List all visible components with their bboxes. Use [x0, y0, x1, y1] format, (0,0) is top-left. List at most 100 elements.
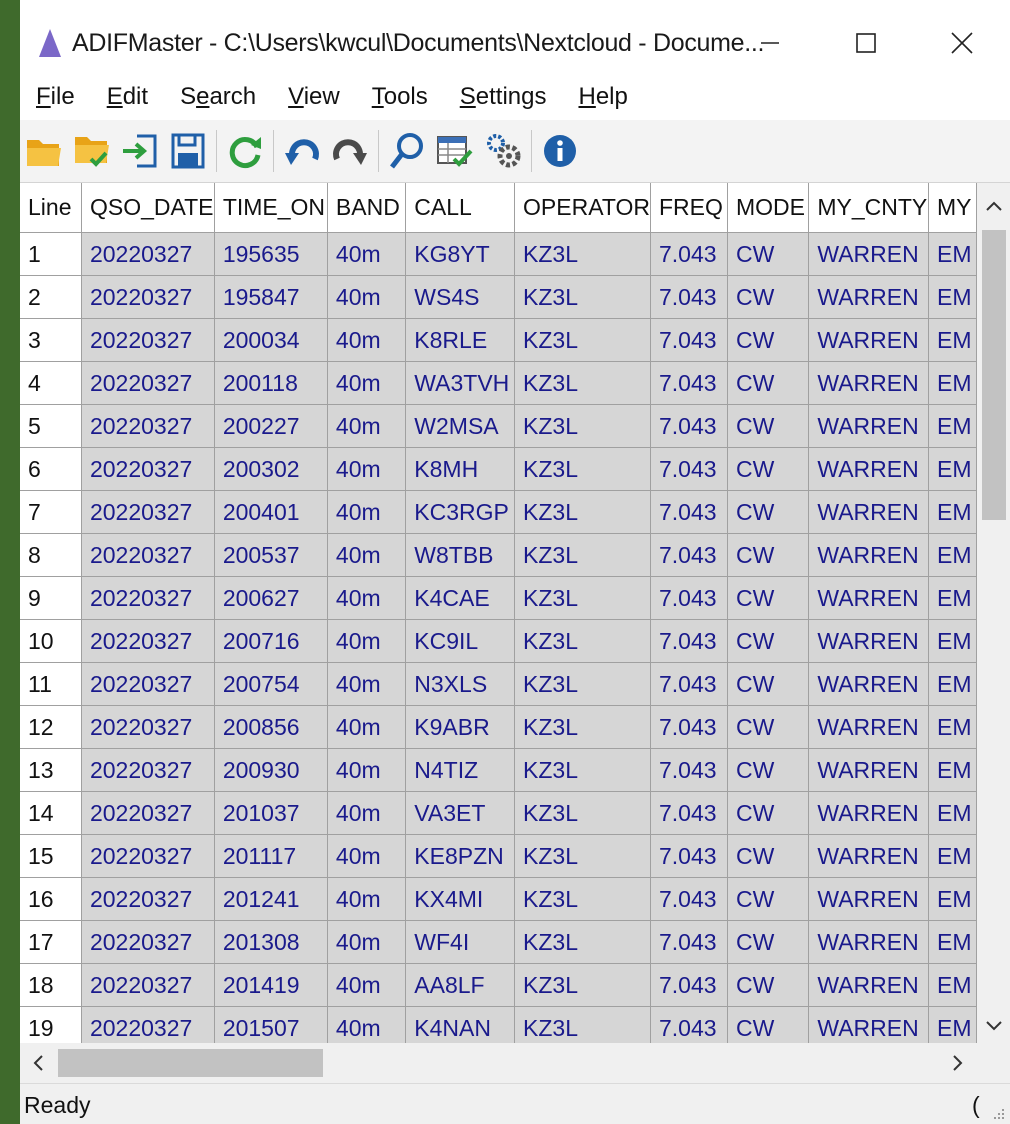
table-cell[interactable]: 7.043 — [650, 1006, 728, 1043]
table-cell[interactable]: 40m — [327, 619, 407, 663]
table-cell[interactable]: 200227 — [214, 404, 328, 448]
table-cell[interactable]: WARREN — [808, 791, 929, 835]
line-number-cell[interactable]: 18 — [20, 963, 82, 1007]
table-cell[interactable]: WARREN — [808, 877, 929, 921]
table-cell[interactable]: KZ3L — [514, 404, 651, 448]
table-cell[interactable]: 7.043 — [650, 404, 728, 448]
column-header[interactable]: BAND — [327, 183, 407, 233]
table-cell[interactable]: WARREN — [808, 662, 929, 706]
table-cell[interactable]: 40m — [327, 232, 407, 276]
scroll-right-button[interactable] — [940, 1043, 976, 1083]
table-cell[interactable]: 20220327 — [81, 619, 215, 663]
table-cell[interactable]: CW — [727, 318, 810, 362]
table-cell[interactable]: EM — [928, 404, 977, 448]
line-number-cell[interactable]: 7 — [20, 490, 82, 534]
table-cell[interactable]: KZ3L — [514, 576, 651, 620]
table-cell[interactable]: 40m — [327, 490, 407, 534]
table-cell[interactable]: EM — [928, 490, 977, 534]
table-cell[interactable]: KZ3L — [514, 490, 651, 534]
table-cell[interactable]: KZ3L — [514, 791, 651, 835]
table-row[interactable]: 9 20220327 200627 40m K4CAE KZ3L 7.043 CW WARREN… — [20, 576, 977, 620]
table-cell[interactable]: 200716 — [214, 619, 328, 663]
table-cell[interactable]: 20220327 — [81, 275, 215, 319]
import-button[interactable] — [116, 126, 164, 176]
line-number-cell[interactable]: 1 — [20, 232, 82, 276]
table-cell[interactable]: WARREN — [808, 705, 929, 749]
table-cell[interactable]: 40m — [327, 1006, 407, 1043]
table-cell[interactable]: KZ3L — [514, 748, 651, 792]
table-row[interactable]: 8 20220327 200537 40m W8TBB KZ3L 7.043 CW WARREN… — [20, 533, 977, 577]
line-number-cell[interactable]: 17 — [20, 920, 82, 964]
save-button[interactable] — [164, 126, 212, 176]
line-number-cell[interactable]: 5 — [20, 404, 82, 448]
info-button[interactable] — [536, 126, 584, 176]
table-cell[interactable]: 20220327 — [81, 490, 215, 534]
table-cell[interactable]: 20220327 — [81, 1006, 215, 1043]
table-cell[interactable]: 200302 — [214, 447, 328, 491]
table-cell[interactable]: KZ3L — [514, 447, 651, 491]
qso-grid[interactable]: Line QSO_DATE TIME_ON BAND CALL OPERATOR FREQ M… — [20, 183, 977, 1043]
table-row[interactable]: 1 20220327 195635 40m KG8YT KZ3L 7.043 CW WARREN… — [20, 232, 977, 276]
table-cell[interactable]: 20220327 — [81, 963, 215, 1007]
table-cell[interactable]: 20220327 — [81, 533, 215, 577]
table-cell[interactable]: CW — [727, 705, 810, 749]
table-cell[interactable]: CW — [727, 533, 810, 577]
search-button[interactable] — [383, 126, 431, 176]
table-cell[interactable]: 20220327 — [81, 404, 215, 448]
table-row[interactable]: 19 20220327 201507 40m K4NAN KZ3L 7.043 CW WARRE… — [20, 1006, 977, 1043]
table-row[interactable]: 15 20220327 201117 40m KE8PZN KZ3L 7.043 CW WARR… — [20, 834, 977, 878]
table-cell[interactable]: K8MH — [405, 447, 516, 491]
table-cell[interactable]: KZ3L — [514, 877, 651, 921]
table-cell[interactable]: 200627 — [214, 576, 328, 620]
table-cell[interactable]: EM — [928, 232, 977, 276]
table-cell[interactable]: WARREN — [808, 533, 929, 577]
scroll-left-button[interactable] — [20, 1043, 56, 1083]
table-cell[interactable]: W2MSA — [405, 404, 516, 448]
table-row[interactable]: 3 20220327 200034 40m K8RLE KZ3L 7.043 CW WARREN… — [20, 318, 977, 362]
menu-settings[interactable]: Settings — [444, 74, 563, 120]
line-number-cell[interactable]: 10 — [20, 619, 82, 663]
table-cell[interactable]: CW — [727, 404, 810, 448]
table-cell[interactable]: 7.043 — [650, 748, 728, 792]
table-row[interactable]: 13 20220327 200930 40m N4TIZ KZ3L 7.043 CW WARRE… — [20, 748, 977, 792]
undo-button[interactable] — [278, 126, 326, 176]
column-header[interactable]: QSO_DATE — [81, 183, 215, 233]
table-cell[interactable]: 20220327 — [81, 791, 215, 835]
table-cell[interactable]: WARREN — [808, 1006, 929, 1043]
open-button[interactable] — [20, 126, 68, 176]
table-cell[interactable]: 20220327 — [81, 361, 215, 405]
table-cell[interactable]: K9ABR — [405, 705, 516, 749]
column-header[interactable]: MODE — [727, 183, 810, 233]
table-cell[interactable]: KX4MI — [405, 877, 516, 921]
table-cell[interactable]: EM — [928, 447, 977, 491]
table-cell[interactable]: EM — [928, 275, 977, 319]
table-cell[interactable]: KZ3L — [514, 834, 651, 878]
table-cell[interactable]: KG8YT — [405, 232, 516, 276]
table-cell[interactable]: 200537 — [214, 533, 328, 577]
table-cell[interactable]: CW — [727, 920, 810, 964]
line-number-cell[interactable]: 19 — [20, 1006, 82, 1043]
table-cell[interactable]: EM — [928, 533, 977, 577]
table-cell[interactable]: EM — [928, 834, 977, 878]
horizontal-scroll-thumb[interactable] — [58, 1049, 323, 1077]
table-cell[interactable]: 201308 — [214, 920, 328, 964]
table-cell[interactable]: KZ3L — [514, 232, 651, 276]
table-cell[interactable]: 200930 — [214, 748, 328, 792]
table-cell[interactable]: 20220327 — [81, 920, 215, 964]
table-cell[interactable]: KZ3L — [514, 705, 651, 749]
table-cell[interactable]: 40m — [327, 361, 407, 405]
table-cell[interactable]: 20220327 — [81, 576, 215, 620]
table-cell[interactable]: CW — [727, 275, 810, 319]
vertical-scroll-thumb[interactable] — [982, 230, 1006, 520]
menu-view[interactable]: View — [272, 74, 356, 120]
table-cell[interactable]: CW — [727, 490, 810, 534]
table-row[interactable]: 4 20220327 200118 40m WA3TVH KZ3L 7.043 CW WARRE… — [20, 361, 977, 405]
column-header[interactable]: FREQ — [650, 183, 728, 233]
table-cell[interactable]: EM — [928, 318, 977, 362]
table-cell[interactable]: 200034 — [214, 318, 328, 362]
menu-file[interactable]: File — [20, 74, 91, 120]
vertical-scrollbar[interactable] — [977, 183, 1010, 1043]
table-cell[interactable]: 201241 — [214, 877, 328, 921]
table-cell[interactable]: EM — [928, 791, 977, 835]
line-number-cell[interactable]: 2 — [20, 275, 82, 319]
